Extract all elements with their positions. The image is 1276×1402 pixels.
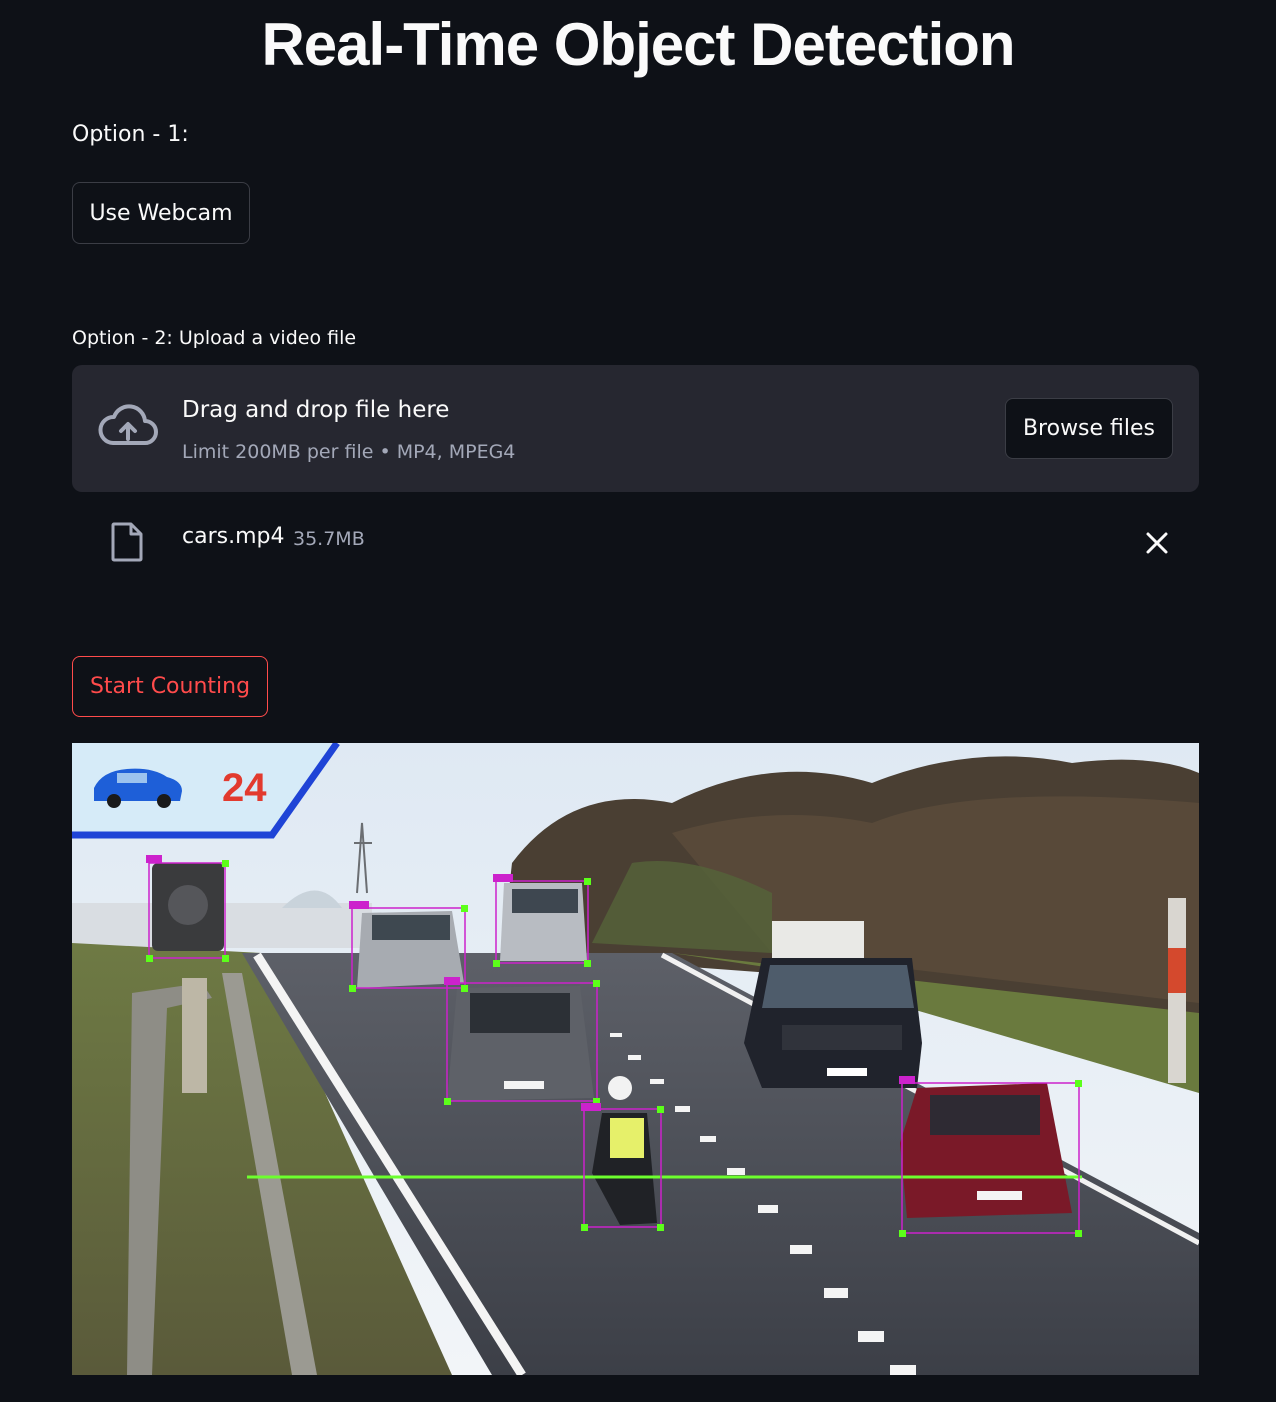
video-frame: 24 [72,743,1199,1375]
dropzone-title: Drag and drop file here [182,397,450,423]
vehicle-count: 24 [222,766,267,810]
detection-frame-image: 24 [72,743,1199,1375]
dropzone-limit-text: Limit 200MB per file • MP4, MPEG4 [182,441,516,463]
use-webcam-button[interactable]: Use Webcam [72,182,250,244]
file-size: 35.7MB [293,528,365,550]
uploaded-file-item: cars.mp4 35.7MB [72,510,1199,574]
camera-post [182,978,207,1093]
file-dropzone[interactable]: Drag and drop file here Limit 200MB per … [72,365,1199,492]
app-page: Real-Time Object Detection Option - 1: U… [0,0,1276,1402]
start-counting-button[interactable]: Start Counting [72,656,268,717]
file-name: cars.mp4 [182,524,285,549]
option-1-label: Option - 1: [72,122,189,147]
file-icon [111,522,143,562]
browse-files-button[interactable]: Browse files [1005,398,1173,459]
option-2-label: Option - 2: Upload a video file [72,327,357,349]
cloud-upload-icon [98,404,158,445]
page-title: Real-Time Object Detection [261,11,1015,78]
van-roof-box [772,921,864,961]
close-icon[interactable] [1142,528,1172,558]
